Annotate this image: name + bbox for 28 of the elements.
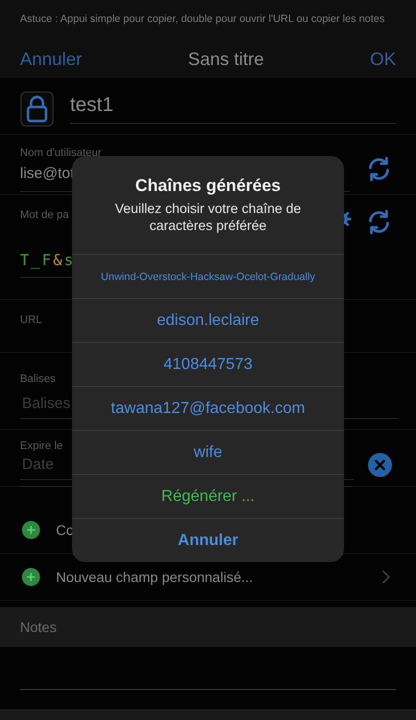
lock-icon[interactable]	[20, 91, 54, 127]
row-label: Nouveau champ personnalisé...	[56, 569, 254, 585]
field-label: Mot de pa	[20, 209, 69, 221]
cancel-button[interactable]: Annuler	[20, 48, 82, 70]
option-button[interactable]: wife	[72, 430, 344, 474]
refresh-icon[interactable]	[366, 156, 392, 182]
option-button[interactable]: 4108447573	[72, 342, 344, 386]
window-title: Sans titre	[188, 48, 264, 70]
refresh-icon[interactable]	[366, 209, 392, 235]
field-label: URL	[20, 314, 42, 326]
field-label: Balises	[20, 373, 56, 385]
option-button[interactable]: edison.leclaire	[72, 298, 344, 342]
ok-button[interactable]: OK	[370, 48, 396, 70]
add-icon[interactable]	[22, 521, 40, 539]
chevron-icon[interactable]	[382, 570, 390, 584]
field-label: Nom d'utilisateur	[20, 147, 102, 159]
dialog-message: Veuillez choisir votre chaîne de caractères préférée	[114, 200, 302, 234]
option-button[interactable]: tawana127@facebook.com	[72, 386, 344, 430]
dialog-title: Chaînes générées	[134, 176, 282, 196]
add-icon[interactable]	[22, 568, 40, 586]
option-button[interactable]: Régénérer ...	[72, 474, 344, 518]
title-field[interactable]: test1	[70, 94, 396, 124]
cancel-button[interactable]: Annuler	[72, 518, 344, 562]
tip-text: Astuce : Appui simple pour copier, double pour ouvrir l'URL ou copier les notes	[0, 0, 416, 40]
field-label: Expire le	[20, 440, 63, 452]
option-button[interactable]: Unwind-Overstock-Hacksaw-Ocelot-Gradually	[72, 254, 344, 298]
section-title: Notes	[20, 619, 57, 635]
clear-icon[interactable]	[368, 453, 392, 477]
